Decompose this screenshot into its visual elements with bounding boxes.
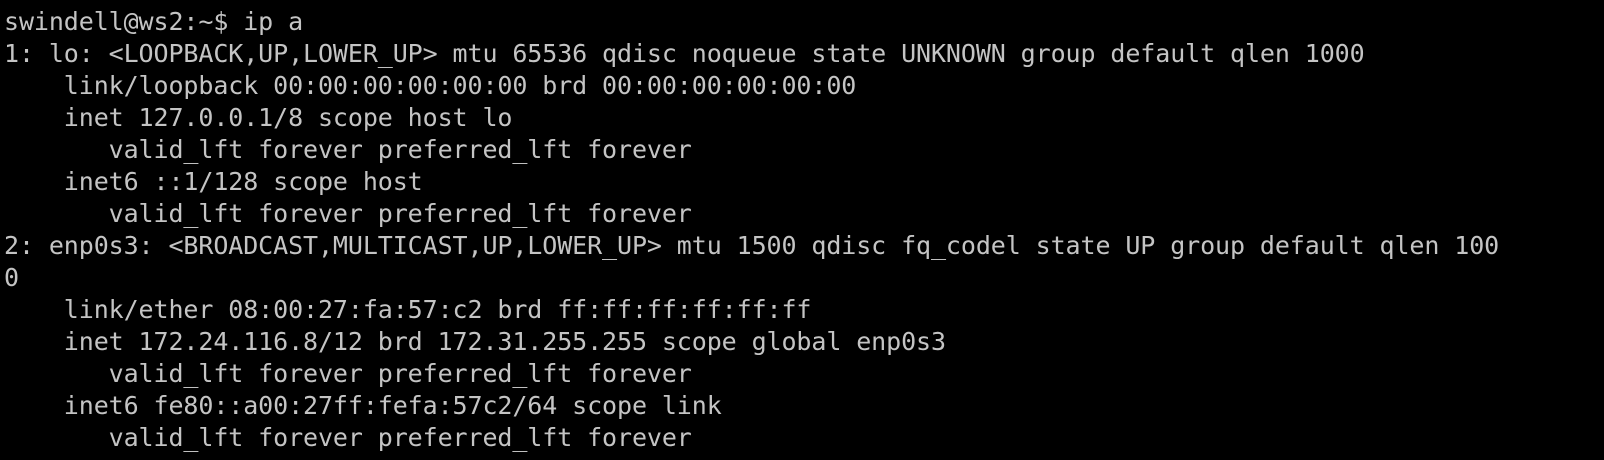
terminal-window[interactable]: swindell@ws2:~$ ip a 1: lo: <LOOPBACK,UP… (0, 0, 1604, 460)
interface-enp0s3-inet: inet 172.24.116.8/12 brd 172.31.255.255 … (4, 327, 946, 356)
interface-lo-inet-lifetime: valid_lft forever preferred_lft forever (4, 135, 692, 164)
interface-lo-inet6: inet6 ::1/128 scope host (4, 167, 423, 196)
interface-enp0s3-inet6: inet6 fe80::a00:27ff:fefa:57c2/64 scope … (4, 391, 722, 420)
interface-lo-header: 1: lo: <LOOPBACK,UP,LOWER_UP> mtu 65536 … (4, 39, 1365, 68)
interface-lo-inet6-lifetime: valid_lft forever preferred_lft forever (4, 199, 692, 228)
interface-lo-link: link/loopback 00:00:00:00:00:00 brd 00:0… (4, 71, 857, 100)
interface-lo-inet: inet 127.0.0.1/8 scope host lo (4, 103, 513, 132)
interface-enp0s3-header-wrap: 0 (4, 263, 19, 292)
interface-enp0s3-inet-lifetime: valid_lft forever preferred_lft forever (4, 359, 692, 388)
shell-prompt-command: swindell@ws2:~$ ip a (4, 7, 304, 36)
interface-enp0s3-link: link/ether 08:00:27:fa:57:c2 brd ff:ff:f… (4, 295, 812, 324)
interface-enp0s3-inet6-lifetime: valid_lft forever preferred_lft forever (4, 423, 692, 452)
interface-enp0s3-header: 2: enp0s3: <BROADCAST,MULTICAST,UP,LOWER… (4, 231, 1500, 260)
